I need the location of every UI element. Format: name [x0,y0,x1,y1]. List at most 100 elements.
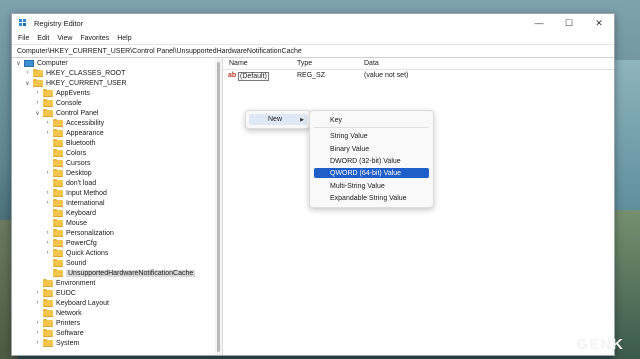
tree-node-appearance[interactable]: › Appearance [44,128,104,138]
tree-node-keyboard-layout[interactable]: › Keyboard Layout [34,298,109,308]
tree-node-label: Network [56,309,82,317]
expand-chevron-icon[interactable]: › [44,170,51,176]
tree-node-label: Bluetooth [66,139,96,147]
tree-node-powercfg[interactable]: › PowerCfg [44,238,97,248]
tree-node-label: International [66,199,105,207]
submenu-item-binary-value[interactable]: Binary Value [314,144,429,154]
window-title: Registry Editor [34,18,84,28]
tree-node-hkey-classes-root[interactable]: › HKEY_CLASSES_ROOT [24,68,125,78]
expand-chevron-icon[interactable]: › [44,200,51,206]
scrollbar-thumb[interactable] [217,62,220,352]
menu-favorites[interactable]: Favorites [80,35,109,42]
menu-help[interactable]: Help [117,35,131,42]
tree-node-keyboard[interactable]: Keyboard [44,208,96,218]
tree-node-unsupportedhardwarenotificationcache[interactable]: UnsupportedHardwareNotificationCache [44,268,196,278]
tree-node-desktop[interactable]: › Desktop [44,168,92,178]
value-row[interactable]: ab (Default) REG_SZ (value not set) [223,71,614,81]
collapse-chevron-icon[interactable]: ∨ [15,60,22,67]
expand-chevron-icon[interactable]: › [44,240,51,246]
submenu-item-string-value[interactable]: String Value [314,131,429,141]
tree-node-international[interactable]: › International [44,198,105,208]
expand-chevron-icon[interactable]: › [34,300,41,306]
expand-chevron-icon[interactable]: › [34,330,41,336]
registry-editor-app-icon [19,18,28,28]
folder-icon [43,88,53,97]
submenu-arrow-icon: ▶ [300,116,304,123]
tree-node-software[interactable]: › Software [34,328,84,338]
submenu-item-dword-value[interactable]: DWORD (32-bit) Value [314,156,429,166]
value-data: (value not set) [364,72,409,79]
folder-icon [43,288,53,297]
tree-node-eudc[interactable]: › EUDC [34,288,76,298]
expand-chevron-icon[interactable]: › [44,250,51,256]
minimize-button[interactable]: — [524,14,554,32]
genk-watermark: GENK [576,336,624,353]
computer-icon [24,59,34,67]
desktop-sea [612,60,640,210]
tree-node-printers[interactable]: › Printers [34,318,80,328]
tree-node-label: Computer [37,59,68,67]
address-path[interactable]: Computer\HKEY_CURRENT_USER\Control Panel… [17,48,302,55]
submenu-item-key[interactable]: Key [314,115,429,125]
tree-node-dont-load[interactable]: don't load [44,178,96,188]
expand-chevron-icon[interactable]: › [34,100,41,106]
expand-chevron-icon[interactable]: › [34,320,41,326]
tree-node-label: UnsupportedHardwareNotificationCache [66,269,196,277]
tree-node-colors[interactable]: Colors [44,148,86,158]
tree-node-quick-actions[interactable]: › Quick Actions [44,248,108,258]
close-button[interactable]: ✕ [584,14,614,32]
tree-node-accessibility[interactable]: › Accessibility [44,118,104,128]
menu-item-new[interactable]: New ▶ [249,114,307,125]
tree-node-appevents[interactable]: › AppEvents [34,88,90,98]
expand-chevron-icon[interactable]: › [34,290,41,296]
tree-node-computer[interactable]: ∨ Computer [15,58,68,68]
address-bar[interactable]: Computer\HKEY_CURRENT_USER\Control Panel… [12,44,614,58]
submenu-item-multi-string-value[interactable]: Multi-String Value [314,181,429,191]
tree-node-hkey-current-user[interactable]: ∨ HKEY_CURRENT_USER [24,78,127,88]
column-data[interactable]: Data [364,60,379,67]
menu-edit[interactable]: Edit [37,35,49,42]
tree-node-bluetooth[interactable]: Bluetooth [44,138,96,148]
tree-node-input-method[interactable]: › Input Method [44,188,107,198]
folder-icon [43,298,53,307]
expand-chevron-icon[interactable]: › [34,340,41,346]
tree-node-environment[interactable]: Environment [34,278,95,288]
submenu-item-expandable-string-value[interactable]: Expandable String Value [314,193,429,203]
menu-item-label: DWORD (32-bit) Value [330,157,401,165]
expand-chevron-icon[interactable]: › [44,120,51,126]
expand-chevron-icon[interactable]: › [44,230,51,236]
column-name[interactable]: Name [229,60,248,67]
caption-buttons: — ☐ ✕ [524,14,614,32]
tree-node-system[interactable]: › System [34,338,79,348]
tree-node-mouse[interactable]: Mouse [44,218,87,228]
tree-node-cursors[interactable]: Cursors [44,158,91,168]
key-tree: ∨ Computer › HKEY_CLASSES_ROOT ∨ HKEY_CU… [12,58,216,355]
tree-node-personalization[interactable]: › Personalization [44,228,114,238]
collapse-chevron-icon[interactable]: ∨ [24,80,31,87]
tree-node-console[interactable]: › Console [34,98,82,108]
folder-icon [53,258,63,267]
folder-icon [53,128,63,137]
tree-node-label: Input Method [66,189,107,197]
expand-chevron-icon[interactable]: › [24,70,31,76]
expand-chevron-icon[interactable]: › [44,190,51,196]
tree-node-label: Sound [66,259,87,267]
menu-view[interactable]: View [57,35,72,42]
tree-node-control-panel[interactable]: ∨ Control Panel [34,108,98,118]
title-bar[interactable]: Registry Editor — ☐ ✕ [12,14,614,32]
menu-item-label: Expandable String Value [330,194,407,202]
column-type[interactable]: Type [297,60,312,67]
context-menu: New ▶ [245,110,311,129]
menu-item-label: Key [330,116,343,124]
tree-node-sound[interactable]: Sound [44,258,86,268]
tree-node-network[interactable]: Network [34,308,82,318]
tree-node-label: Keyboard Layout [56,299,109,307]
menu-file[interactable]: File [18,35,29,42]
expand-chevron-icon[interactable]: › [44,130,51,136]
folder-icon [53,218,63,227]
maximize-button[interactable]: ☐ [554,14,584,32]
expand-chevron-icon[interactable]: › [34,90,41,96]
collapse-chevron-icon[interactable]: ∨ [34,110,41,117]
submenu-item-qword-value[interactable]: QWORD (64-bit) Value [314,168,429,178]
tree-scrollbar[interactable] [215,58,223,355]
